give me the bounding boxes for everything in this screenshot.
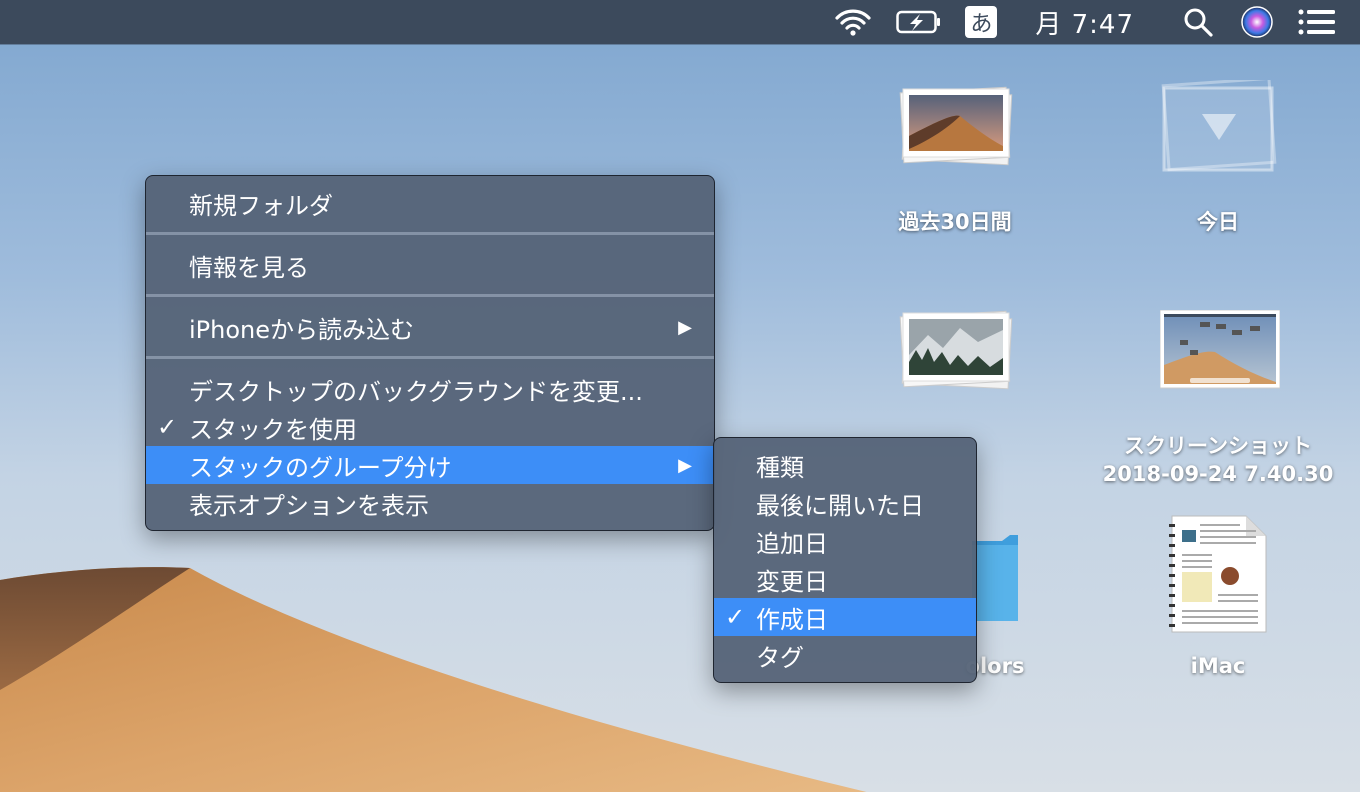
menu-item-label: デスクトップのバックグラウンドを変更...: [189, 377, 643, 406]
menu-separator: [146, 356, 714, 359]
menu-item-group-stacks-by[interactable]: スタックのグループ分け ▶: [146, 446, 714, 484]
menu-item-label: iPhoneから読み込む: [189, 315, 415, 344]
menubar-clock[interactable]: 月 7:47: [1035, 0, 1134, 44]
checkmark-icon: ✓: [724, 603, 746, 631]
desktop-icon-label: 過去30日間: [898, 210, 1012, 234]
submenu-arrow-icon: ▶: [678, 316, 692, 338]
menu-item-show-view-options[interactable]: 表示オプションを表示: [146, 484, 714, 522]
folder-icon[interactable]: [972, 535, 1018, 627]
menu-item-change-background[interactable]: デスクトップのバックグラウンドを変更...: [146, 370, 714, 408]
menu-item-new-folder[interactable]: 新規フォルダ: [146, 184, 714, 222]
desktop-icon-label: スクリーンショット: [1124, 434, 1312, 458]
group-by-submenu: 種類 最後に開いた日 追加日 変更日 ✓ 作成日 タグ: [713, 437, 977, 683]
desktop-icon-label: 今日: [1197, 210, 1239, 234]
submenu-item-date-modified[interactable]: 変更日: [714, 560, 976, 598]
menu-item-label: 種類: [756, 453, 804, 482]
submenu-item-date-last-opened[interactable]: 最後に開いた日: [714, 484, 976, 522]
menu-item-label: スタックを使用: [189, 415, 357, 444]
wifi-icon[interactable]: [831, 0, 875, 44]
menu-item-label: タグ: [756, 643, 804, 672]
menu-item-get-info[interactable]: 情報を見る: [146, 246, 714, 284]
photo-stack-icon[interactable]: [898, 310, 1014, 394]
menu-bar: あ 月 7:47: [0, 0, 1360, 44]
menu-item-label: 表示オプションを表示: [189, 491, 429, 520]
pdf-document-icon[interactable]: [1168, 514, 1268, 638]
menu-item-label: 新規フォルダ: [189, 191, 333, 220]
context-menu: 新規フォルダ 情報を見る iPhoneから読み込む ▶ デスクトップのバックグラ…: [145, 175, 715, 531]
menu-item-import-from-iphone[interactable]: iPhoneから読み込む ▶: [146, 308, 714, 346]
menu-item-use-stacks[interactable]: ✓ スタックを使用: [146, 408, 714, 446]
submenu-item-kind[interactable]: 種類: [714, 446, 976, 484]
notification-center-icon[interactable]: [1296, 0, 1338, 44]
menu-item-label: スタックのグループ分け: [189, 453, 452, 482]
screenshot-thumbnail-icon[interactable]: [1159, 309, 1281, 394]
menu-item-label: 追加日: [756, 529, 828, 558]
desktop-icon-label: 2018-09-24 7.40.30: [1102, 462, 1334, 486]
siri-icon[interactable]: [1240, 0, 1274, 44]
submenu-item-tags[interactable]: タグ: [714, 636, 976, 674]
empty-stack-icon[interactable]: [1160, 76, 1278, 184]
input-method-indicator[interactable]: あ: [965, 6, 998, 38]
menu-item-label: 最後に開いた日: [756, 491, 924, 520]
desktop-icon-label: iMac: [1190, 654, 1246, 678]
menu-separator: [146, 232, 714, 235]
menu-item-label: 変更日: [756, 567, 828, 596]
submenu-item-date-created[interactable]: ✓ 作成日: [714, 598, 976, 636]
photo-stack-icon[interactable]: [898, 86, 1014, 170]
menu-item-label: 情報を見る: [189, 253, 309, 282]
submenu-arrow-icon: ▶: [678, 454, 692, 476]
search-icon[interactable]: [1180, 0, 1216, 44]
checkmark-icon: ✓: [156, 413, 178, 441]
menu-separator: [146, 294, 714, 297]
submenu-item-date-added[interactable]: 追加日: [714, 522, 976, 560]
menu-item-label: 作成日: [756, 605, 828, 634]
battery-charging-icon[interactable]: [895, 0, 943, 44]
